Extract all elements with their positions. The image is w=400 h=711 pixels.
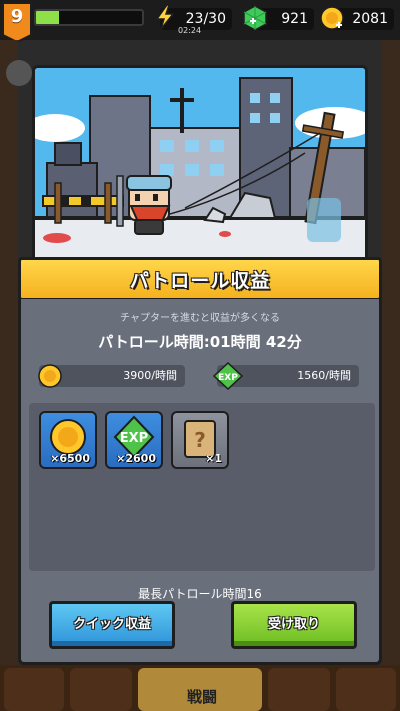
nav-hero-button[interactable]: [70, 668, 132, 711]
coin-icon: [320, 6, 344, 30]
lightning-icon: [155, 4, 175, 30]
exp-icon: EXP: [213, 362, 243, 390]
reward-exp-qty: ×2600: [116, 452, 156, 465]
reward-list: ×6500 EXP ×2600 ? ×1: [29, 403, 375, 571]
svg-text:?: ?: [194, 428, 206, 452]
energy-value: 23/30: [185, 11, 226, 27]
patrol-scene-banner: [32, 65, 368, 265]
xp-bar: [34, 9, 144, 26]
dialog-content-panel: チャプターを進むと収益が多くなる パトロール時間:01時間 42分 3900/時…: [18, 299, 382, 665]
reward-gold-card[interactable]: ×6500: [39, 411, 97, 469]
xp-bar-fill: [36, 11, 60, 24]
gem-value: 921: [281, 11, 308, 27]
exp-rate-value: 1560/時間: [297, 369, 351, 382]
gold-rate-value: 3900/時間: [123, 369, 177, 382]
dialog-title: パトロール収益: [129, 270, 271, 292]
dialog-title-bar: パトロール収益: [18, 257, 382, 301]
green-gem-icon: [243, 5, 267, 31]
level-badge[interactable]: 9: [2, 2, 32, 42]
reward-scroll-qty: ×1: [205, 452, 222, 465]
patrol-reward-dialog: パトロール収益 チャプターを進むと収益が多くなる パトロール時間:01時間 42…: [18, 65, 382, 665]
nav-shop-button[interactable]: [4, 668, 64, 711]
reward-gold-qty: ×6500: [50, 452, 90, 465]
background-right: [382, 40, 400, 665]
city-scene-illustration: [35, 68, 365, 262]
reward-exp-card[interactable]: EXP ×2600: [105, 411, 163, 469]
energy-timer: 02:24: [178, 26, 202, 35]
nav-battle-label: 戦闘: [186, 688, 217, 706]
background-left: [0, 40, 18, 665]
coin-icon: [38, 364, 62, 388]
quick-earnings-button[interactable]: クイック収益: [49, 601, 175, 649]
patrol-time-text: パトロール時間:01時間 42分: [98, 333, 302, 351]
coin-value: 2081: [352, 11, 388, 27]
receive-button[interactable]: 受け取り: [231, 601, 357, 649]
max-patrol-time-text: 最長パトロール時間16: [138, 587, 262, 601]
reward-scroll-card[interactable]: ? ×1: [171, 411, 229, 469]
nav-skull-button[interactable]: [268, 668, 330, 711]
patrol-hint-text: チャプターを進むと収益が多くなる: [120, 313, 280, 324]
exp-icon-label: EXP: [218, 373, 238, 383]
top-status-bar: 9 23/30 02:24 921 2081: [0, 0, 400, 42]
nav-event-button[interactable]: [336, 668, 396, 711]
level-number: 9: [10, 6, 24, 27]
reward-exp-icon-label: EXP: [120, 431, 148, 446]
